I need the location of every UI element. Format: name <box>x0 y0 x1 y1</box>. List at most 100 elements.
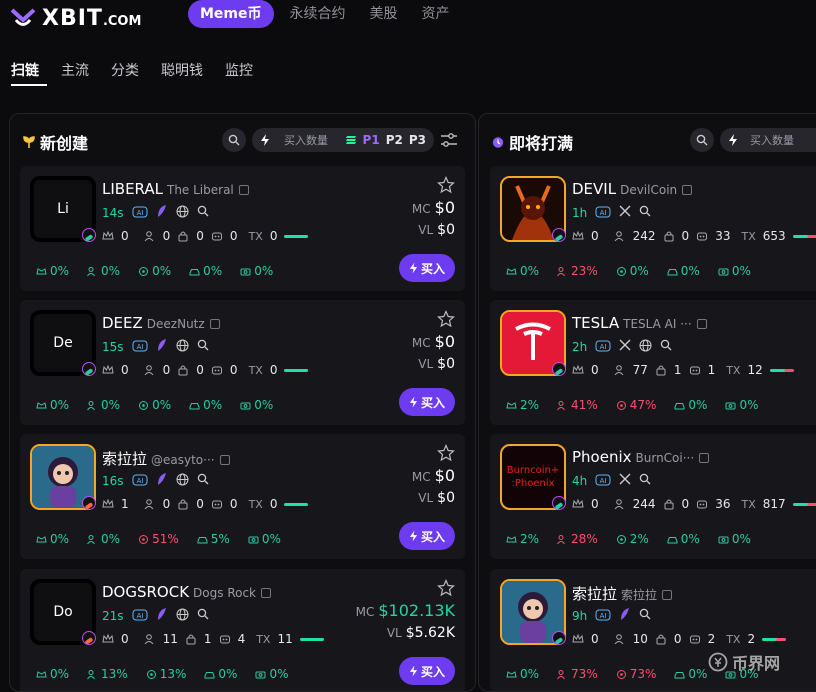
lightning-icon <box>409 665 418 677</box>
search-button[interactable] <box>690 128 714 152</box>
globe-icon[interactable] <box>176 608 189 624</box>
feather-icon[interactable] <box>156 607 168 624</box>
sprout-icon <box>23 136 35 148</box>
favorite-star-icon[interactable] <box>437 579 455 597</box>
buy-button[interactable]: 买入 <box>398 657 455 685</box>
buy-label: 买入 <box>420 395 445 410</box>
stats-row: 0% 13% 13% 0% 0% <box>36 667 288 681</box>
settings-sliders-icon[interactable] <box>440 132 458 148</box>
volume: VL $0 <box>418 222 455 238</box>
metrics-row: 1 0 0 0 TX 0 <box>102 497 309 511</box>
x-icon[interactable] <box>619 205 631 220</box>
preset-p3[interactable]: P3 <box>409 133 426 147</box>
favorite-star-icon[interactable] <box>437 444 455 462</box>
token-card[interactable]: DEVIL DevilCoin 1h AI 0 242 0 33 TX 653 0% 23% 0% 0% 0… <box>490 166 816 291</box>
logo[interactable]: XBIT.COM <box>10 6 141 31</box>
tab-category[interactable]: 分类 <box>100 52 150 88</box>
stat-insiders: 0% <box>667 532 700 546</box>
token-symbol[interactable]: DEEZ <box>102 314 143 332</box>
search-icon[interactable] <box>660 339 672 354</box>
stat-top10: 0% <box>36 532 69 546</box>
tx-label: TX <box>741 229 756 243</box>
svg-text:AI: AI <box>136 209 143 217</box>
copy-icon[interactable] <box>662 589 673 600</box>
nav-us-stocks[interactable]: 美股 <box>358 0 410 28</box>
stat-bundles: 0% <box>240 264 273 278</box>
search-icon[interactable] <box>197 473 209 488</box>
search-icon[interactable] <box>197 339 209 354</box>
buy-amount-input[interactable]: 买入数量 <box>744 132 794 148</box>
buy-button[interactable]: 买入 <box>398 254 455 282</box>
search-icon[interactable] <box>639 205 651 220</box>
copy-icon[interactable] <box>219 454 230 465</box>
search-icon[interactable] <box>197 205 209 220</box>
mc-label: MC <box>411 470 431 484</box>
copy-icon[interactable] <box>238 184 249 195</box>
platform-badge <box>552 631 566 645</box>
preset-p1[interactable]: P1 <box>363 133 380 147</box>
stat-top10-icon <box>506 535 517 542</box>
token-symbol[interactable]: 索拉拉 <box>572 585 617 603</box>
copy-icon[interactable] <box>699 452 710 463</box>
ai-icon: AI <box>132 472 148 489</box>
feather-icon[interactable] <box>619 607 631 624</box>
token-card[interactable]: TESLA TESLA AI ··· 2h AI 0 77 1 1 TX 12 2% 41% 47% 0%… <box>490 300 816 425</box>
token-symbol[interactable]: DOGSROCK <box>102 583 189 601</box>
token-symbol[interactable]: TESLA <box>572 314 619 332</box>
metrics-row: 0 242 0 33 TX 653 <box>572 229 816 243</box>
copy-icon[interactable] <box>261 587 271 598</box>
locked-icon <box>664 231 674 242</box>
x-icon[interactable] <box>619 339 631 354</box>
feather-icon[interactable] <box>156 472 168 489</box>
lightning-icon <box>261 134 269 146</box>
buy-button[interactable]: 买入 <box>398 388 455 416</box>
nav-assets[interactable]: 资产 <box>410 0 462 28</box>
search-button[interactable] <box>222 128 246 152</box>
stat-dev-holding-icon <box>557 266 565 276</box>
token-symbol[interactable]: 索拉拉 <box>102 450 147 468</box>
mc-value: $0 <box>434 198 455 217</box>
holders-icon <box>614 634 624 645</box>
search-icon[interactable] <box>197 608 209 623</box>
buy-button[interactable]: 买入 <box>398 522 455 550</box>
nav-perpetual[interactable]: 永续合约 <box>278 0 358 28</box>
tab-monitor[interactable]: 监控 <box>214 52 264 88</box>
search-icon[interactable] <box>639 473 651 488</box>
token-card[interactable]: 索拉拉 @easyto··· 16s AI 1 0 0 0 TX 0 0% 0% 51% 5% 0% MC $0… <box>20 434 465 559</box>
globe-icon[interactable] <box>176 205 189 221</box>
stat-insiders-icon <box>189 402 200 409</box>
token-card[interactable]: Burncoin+ :Phoenix Phoenix BurnCoi··· 4h AI 0… <box>490 434 816 559</box>
search-icon[interactable] <box>639 608 651 623</box>
token-symbol[interactable]: LIBERAL <box>102 180 163 198</box>
token-age: 4h <box>572 473 588 488</box>
top-bar: XBIT.COM Meme币 永续合约 美股 资产 <box>0 0 816 44</box>
feather-icon[interactable] <box>156 338 168 355</box>
feather-icon[interactable] <box>156 204 168 221</box>
globe-icon[interactable] <box>176 473 189 489</box>
buy-amount-input[interactable]: 买入数量 <box>276 132 339 148</box>
copy-icon[interactable] <box>209 318 220 329</box>
stat-dev-holding: 0% <box>87 264 120 278</box>
token-card[interactable]: Li LIBERAL The Liberal 14s AI 0 0 0 0 TX 0 0% 0% 0% 0%… <box>20 166 465 291</box>
copy-icon[interactable] <box>682 184 693 195</box>
token-symbol[interactable]: DEVIL <box>572 180 616 198</box>
buy-amount-control: 买入数量 P1 P2 P3 <box>252 128 434 152</box>
nav-meme[interactable]: Meme币 <box>188 0 274 28</box>
globe-icon[interactable] <box>176 339 189 355</box>
stats-row: 0% 0% 0% 0% 0% <box>36 398 273 412</box>
tab-smart-money[interactable]: 聪明钱 <box>150 52 214 88</box>
token-meta-row: 1h AI <box>572 204 651 221</box>
favorite-star-icon[interactable] <box>437 310 455 328</box>
x-icon[interactable] <box>619 473 631 488</box>
copy-icon[interactable] <box>696 318 707 329</box>
globe-icon[interactable] <box>639 339 652 355</box>
tab-scan[interactable]: 扫链 <box>0 52 50 88</box>
ai-icon: AI <box>595 472 611 489</box>
preset-p2[interactable]: P2 <box>386 133 403 147</box>
token-card[interactable]: De DEEZ DeezNutz 15s AI 0 0 0 0 TX 0 0% 0% 0% 0% 0% MC $0… <box>20 300 465 425</box>
token-symbol[interactable]: Phoenix <box>572 448 632 466</box>
tab-mainstream[interactable]: 主流 <box>50 52 100 88</box>
favorite-star-icon[interactable] <box>437 176 455 194</box>
token-card[interactable]: Do DOGSROCK Dogs Rock 21s AI 0 11 1 4 TX 11 0% 13% 13… <box>20 569 465 691</box>
bots-icon <box>689 366 700 375</box>
